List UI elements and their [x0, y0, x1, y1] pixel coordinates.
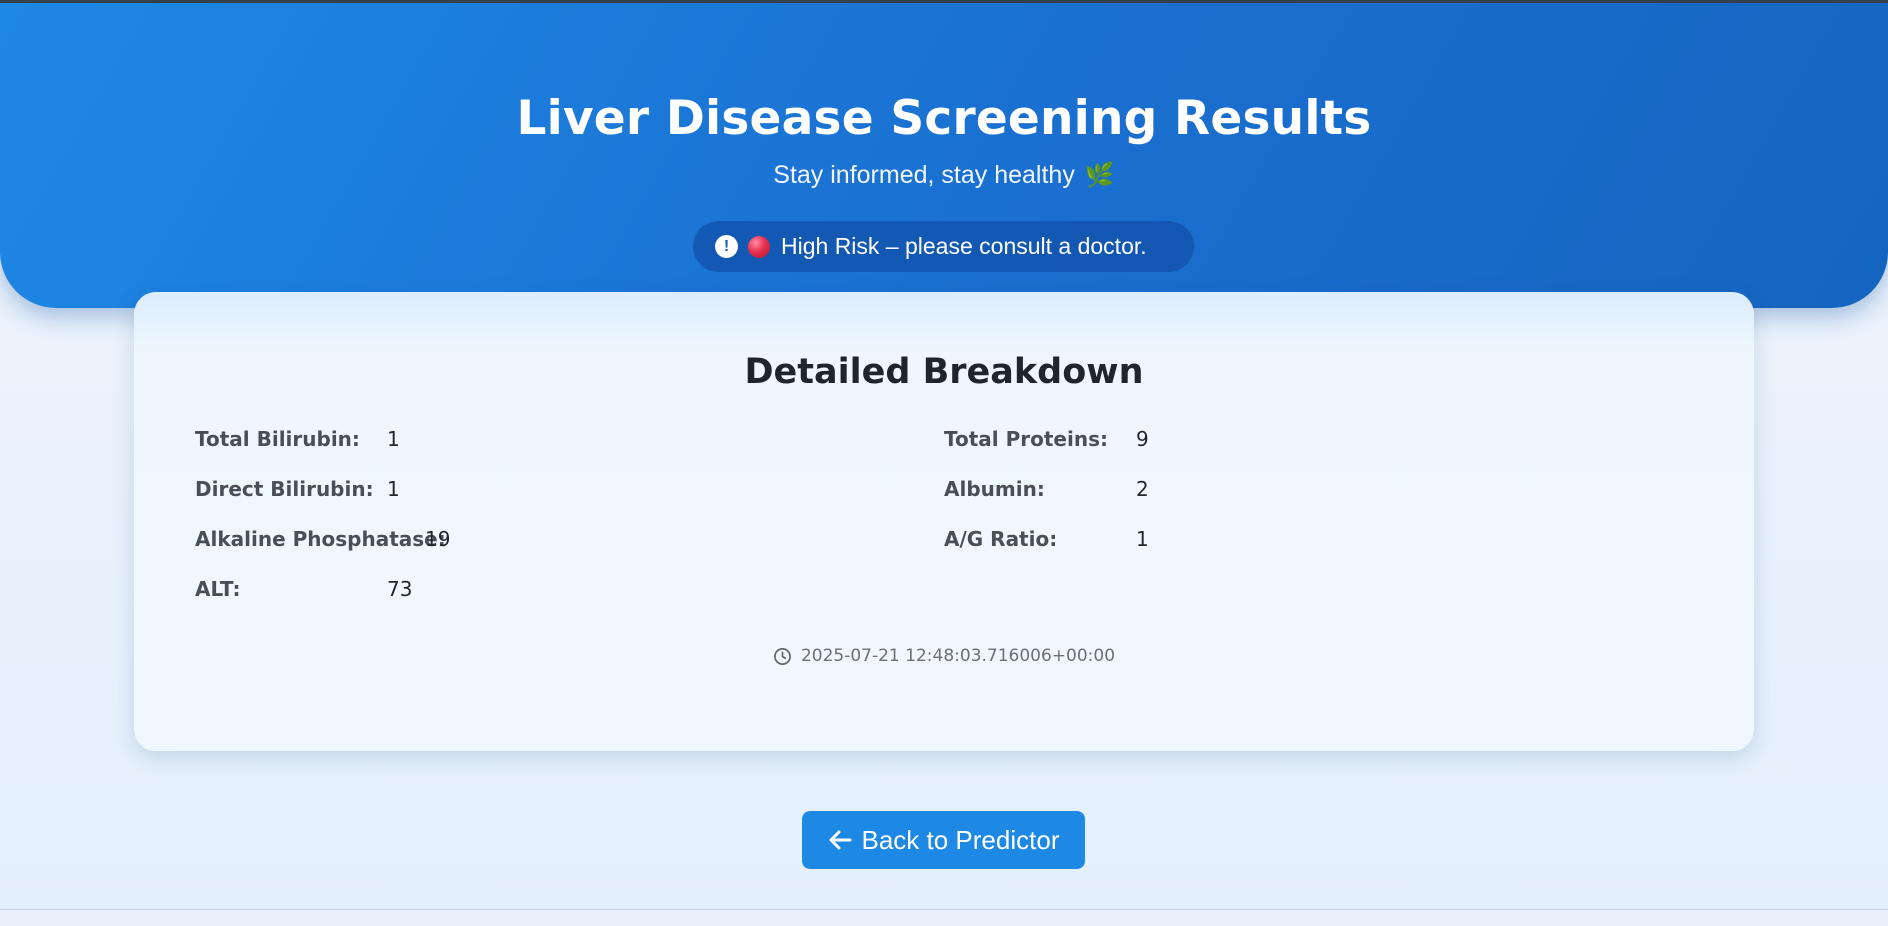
timestamp-text: 2025-07-21 12:48:03.716006+00:00 — [800, 646, 1116, 666]
clock-icon — [773, 647, 791, 665]
red-circle-icon — [748, 235, 770, 258]
direct-bilirubin-value: 1 — [387, 477, 400, 501]
ag-ratio-label: A/G Ratio: — [944, 527, 1058, 551]
direct-bilirubin-label: Direct Bilirubin: — [195, 477, 374, 501]
albumin-label: Albumin: — [944, 477, 1045, 501]
breakdown-card: Detailed Breakdown Total Bilirubin: 1 Di… — [134, 292, 1754, 751]
page-footer-strip — [0, 910, 1888, 926]
back-to-predictor-button[interactable]: Back to Predictor — [802, 811, 1085, 869]
results-header: Liver Disease Screening Results Stay inf… — [0, 3, 1888, 308]
total-proteins-value: 9 — [1136, 427, 1149, 451]
breakdown-title: Detailed Breakdown — [744, 352, 1144, 392]
ag-ratio-value: 1 — [1136, 527, 1149, 551]
risk-status-badge: ! High Risk – please consult a doctor. — [693, 221, 1194, 272]
page-title: Liver Disease Screening Results — [516, 91, 1372, 146]
risk-status-text: High Risk – please consult a doctor. — [781, 233, 1147, 259]
result-timestamp: 2025-07-21 12:48:03.716006+00:00 — [134, 646, 1754, 666]
albumin-value: 2 — [1136, 477, 1149, 501]
total-bilirubin-label: Total Bilirubin: — [195, 427, 360, 451]
total-bilirubin-value: 1 — [387, 427, 400, 451]
arrow-left-icon — [829, 830, 851, 850]
alt-value: 73 — [387, 577, 413, 601]
leaf-icon: 🌿 — [1084, 162, 1115, 189]
alkaline-phosphatase-label: Alkaline Phosphatase: — [195, 527, 446, 551]
subtitle-text: Stay informed, stay healthy — [773, 161, 1075, 189]
alt-label: ALT: — [195, 577, 241, 601]
back-button-label: Back to Predictor — [861, 824, 1060, 855]
exclamation-circle-icon: ! — [715, 235, 738, 258]
total-proteins-label: Total Proteins: — [944, 427, 1108, 451]
alkaline-phosphatase-value: 19 — [425, 527, 451, 551]
page-subtitle: Stay informed, stay healthy 🌿 — [0, 161, 1888, 190]
